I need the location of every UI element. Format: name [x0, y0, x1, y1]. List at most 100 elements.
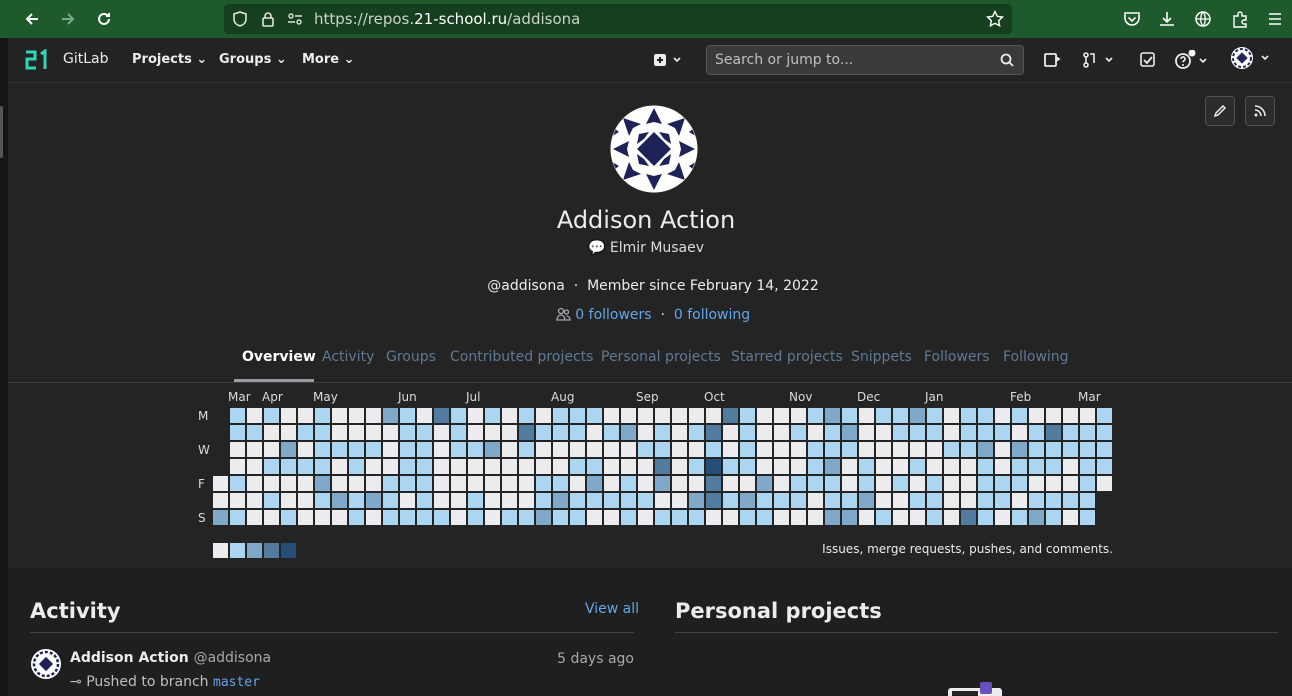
calendar-day[interactable] [264, 493, 279, 508]
calendar-day[interactable] [723, 408, 738, 423]
calendar-day[interactable] [485, 425, 500, 440]
back-icon[interactable] [19, 6, 45, 32]
calendar-day[interactable] [1012, 408, 1027, 423]
calendar-day[interactable] [587, 442, 602, 457]
calendar-day[interactable] [366, 493, 381, 508]
calendar-day[interactable] [1080, 459, 1095, 474]
tab-overview[interactable]: Overview [242, 349, 316, 365]
calendar-day[interactable] [740, 442, 755, 457]
calendar-day[interactable] [1012, 442, 1027, 457]
calendar-day[interactable] [417, 493, 432, 508]
calendar-day[interactable] [1046, 510, 1061, 525]
calendar-day[interactable] [621, 510, 636, 525]
calendar-day[interactable] [366, 408, 381, 423]
calendar-day[interactable] [519, 442, 534, 457]
calendar-day[interactable] [383, 425, 398, 440]
calendar-day[interactable] [570, 510, 585, 525]
calendar-day[interactable] [1029, 408, 1044, 423]
calendar-day[interactable] [791, 408, 806, 423]
calendar-day[interactable] [298, 408, 313, 423]
calendar-day[interactable] [893, 493, 908, 508]
calendar-day[interactable] [1080, 476, 1095, 491]
branch-link[interactable]: master [213, 675, 260, 690]
calendar-day[interactable] [298, 476, 313, 491]
calendar-day[interactable] [349, 459, 364, 474]
calendar-day[interactable] [281, 425, 296, 440]
calendar-day[interactable] [604, 459, 619, 474]
calendar-day[interactable] [400, 408, 415, 423]
calendar-day[interactable] [247, 442, 262, 457]
calendar-day[interactable] [570, 442, 585, 457]
calendar-day[interactable] [298, 442, 313, 457]
calendar-day[interactable] [842, 408, 857, 423]
calendar-day[interactable] [825, 459, 840, 474]
calendar-day[interactable] [978, 459, 993, 474]
calendar-day[interactable] [536, 459, 551, 474]
calendar-day[interactable] [689, 459, 704, 474]
calendar-day[interactable] [723, 425, 738, 440]
calendar-day[interactable] [893, 425, 908, 440]
calendar-day[interactable] [230, 425, 245, 440]
calendar-day[interactable] [519, 408, 534, 423]
calendar-day[interactable] [757, 510, 772, 525]
calendar-day[interactable] [995, 408, 1010, 423]
calendar-day[interactable] [485, 476, 500, 491]
reload-icon[interactable] [91, 6, 117, 32]
calendar-day[interactable] [825, 476, 840, 491]
calendar-day[interactable] [910, 493, 925, 508]
calendar-day[interactable] [927, 510, 942, 525]
calendar-day[interactable] [230, 476, 245, 491]
calendar-day[interactable] [621, 442, 636, 457]
calendar-day[interactable] [213, 476, 228, 491]
calendar-day[interactable] [740, 493, 755, 508]
calendar-day[interactable] [774, 442, 789, 457]
calendar-day[interactable] [961, 493, 976, 508]
calendar-day[interactable] [876, 510, 891, 525]
calendar-day[interactable] [502, 408, 517, 423]
calendar-day[interactable] [536, 510, 551, 525]
calendar-day[interactable] [451, 493, 466, 508]
calendar-day[interactable] [1080, 408, 1095, 423]
calendar-day[interactable] [757, 493, 772, 508]
calendar-day[interactable] [570, 425, 585, 440]
calendar-day[interactable] [519, 425, 534, 440]
calendar-day[interactable] [383, 493, 398, 508]
calendar-day[interactable] [638, 510, 653, 525]
calendar-day[interactable] [366, 459, 381, 474]
tab-contributed-projects[interactable]: Contributed projects [450, 349, 593, 365]
calendar-day[interactable] [383, 459, 398, 474]
calendar-day[interactable] [1012, 476, 1027, 491]
calendar-day[interactable] [808, 476, 823, 491]
calendar-day[interactable] [910, 476, 925, 491]
calendar-day[interactable] [944, 442, 959, 457]
calendar-day[interactable] [723, 493, 738, 508]
calendar-day[interactable] [1097, 425, 1112, 440]
calendar-day[interactable] [570, 459, 585, 474]
calendar-day[interactable] [927, 476, 942, 491]
calendar-day[interactable] [451, 408, 466, 423]
calendar-day[interactable] [604, 425, 619, 440]
calendar-day[interactable] [485, 459, 500, 474]
calendar-day[interactable] [1063, 510, 1078, 525]
calendar-day[interactable] [995, 442, 1010, 457]
calendar-day[interactable] [468, 408, 483, 423]
calendar-day[interactable] [723, 510, 738, 525]
calendar-day[interactable] [553, 476, 568, 491]
calendar-day[interactable] [519, 476, 534, 491]
calendar-day[interactable] [876, 425, 891, 440]
calendar-day[interactable] [893, 510, 908, 525]
calendar-day[interactable] [434, 442, 449, 457]
calendar-day[interactable] [1046, 493, 1061, 508]
calendar-day[interactable] [230, 442, 245, 457]
calendar-day[interactable] [655, 476, 670, 491]
calendar-day[interactable] [536, 408, 551, 423]
tab-followers[interactable]: Followers [924, 349, 990, 365]
calendar-day[interactable] [1029, 493, 1044, 508]
calendar-day[interactable] [910, 459, 925, 474]
calendar-day[interactable] [1097, 459, 1112, 474]
calendar-day[interactable] [859, 476, 874, 491]
calendar-day[interactable] [1029, 442, 1044, 457]
calendar-day[interactable] [893, 459, 908, 474]
event-author[interactable]: Addison Action @addisona [70, 650, 271, 666]
calendar-day[interactable] [1012, 493, 1027, 508]
